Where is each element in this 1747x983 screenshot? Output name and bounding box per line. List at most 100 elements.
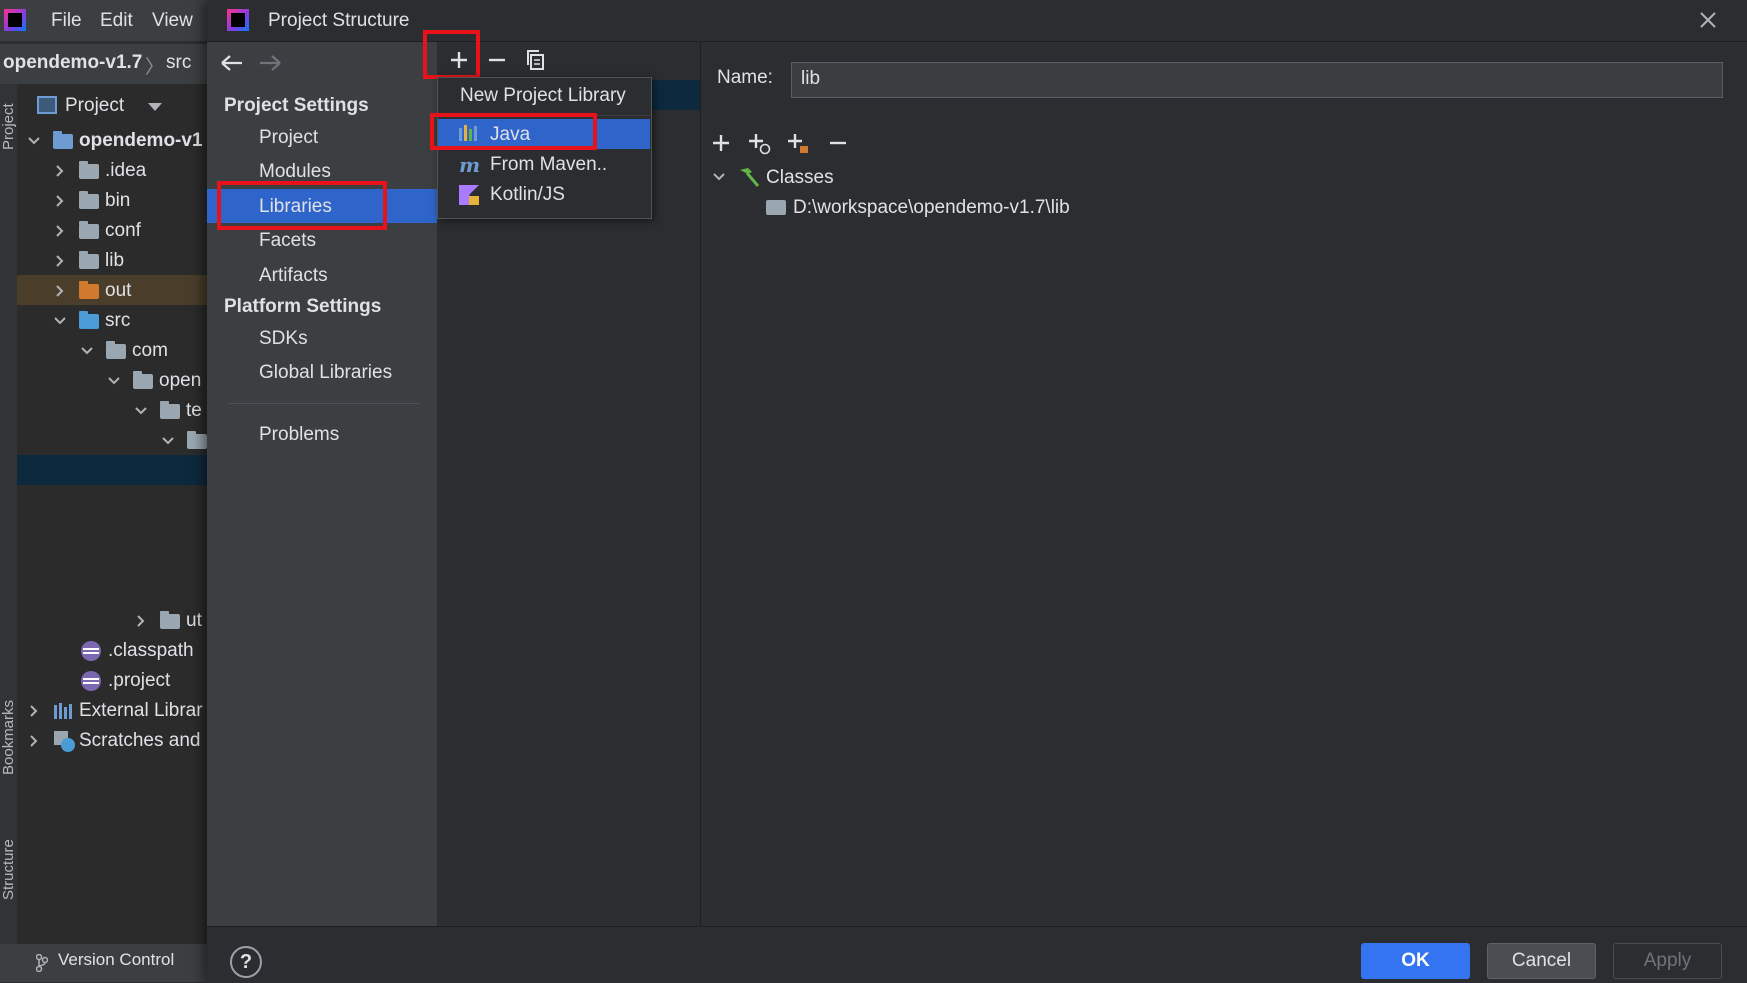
chevron-down-icon[interactable]	[107, 374, 121, 388]
package-icon	[160, 400, 180, 419]
copy-icon[interactable]	[524, 48, 548, 72]
source-folder-icon	[79, 310, 99, 329]
chevron-right-icon[interactable]	[53, 194, 67, 208]
project-view-icon	[37, 96, 57, 114]
chevron-down-icon[interactable]	[80, 344, 94, 358]
tree-row[interactable]	[161, 426, 213, 456]
chevron-right-icon[interactable]	[53, 254, 67, 268]
add-excluded-icon[interactable]	[786, 131, 810, 155]
folder-icon	[79, 220, 99, 239]
tree-row[interactable]: opendemo-v1	[27, 126, 203, 156]
apply-button[interactable]: Apply	[1613, 943, 1722, 979]
popup-title: New Project Library	[460, 85, 626, 106]
tree-row[interactable]: lib	[53, 246, 124, 276]
module-folder-icon	[53, 130, 73, 149]
stripe-project-tab[interactable]: Project	[0, 103, 17, 150]
close-icon[interactable]	[1696, 8, 1720, 32]
chevron-down-icon[interactable]	[134, 404, 148, 418]
libraries-highlight-box	[217, 181, 387, 230]
tree-label: src	[105, 310, 131, 331]
ok-button[interactable]: OK	[1361, 943, 1470, 979]
scratches-icon	[54, 731, 75, 752]
tree-row[interactable]: External Librar	[27, 696, 203, 726]
chevron-right-icon[interactable]	[134, 614, 148, 628]
tree-label: bin	[105, 190, 131, 211]
tree-row[interactable]: ut	[134, 606, 202, 636]
nav-item-problems[interactable]: Problems	[259, 424, 339, 446]
nav-item-sdks[interactable]: SDKs	[259, 328, 308, 350]
tree-row-selected	[17, 455, 210, 485]
chevron-down-icon[interactable]	[712, 170, 726, 184]
cancel-button[interactable]: Cancel	[1487, 943, 1596, 979]
tree-row[interactable]: src	[53, 306, 130, 336]
tree-label: ut	[186, 610, 202, 631]
tree-row[interactable]: Scratches and	[27, 726, 200, 756]
add-url-icon[interactable]	[747, 131, 771, 155]
classes-node-label[interactable]: Classes	[766, 167, 834, 189]
popup-item-from-maven[interactable]: From Maven..	[490, 154, 607, 176]
nav-item-project[interactable]: Project	[259, 127, 318, 149]
nav-item-facets[interactable]: Facets	[259, 230, 316, 252]
help-button[interactable]: ?	[230, 946, 262, 978]
package-icon	[133, 370, 153, 389]
chevron-down-icon[interactable]	[53, 314, 67, 328]
platform-settings-header: Platform Settings	[224, 296, 382, 317]
chevron-down-icon[interactable]	[161, 434, 175, 448]
java-highlight-box	[430, 113, 597, 150]
package-icon	[106, 340, 126, 359]
tree-row[interactable]: .idea	[53, 156, 146, 186]
library-name-input[interactable]: lib	[791, 62, 1723, 98]
tree-row[interactable]: out	[53, 276, 131, 306]
project-panel-title[interactable]: Project	[65, 95, 124, 117]
nav-item-modules[interactable]: Modules	[259, 161, 331, 183]
tree-row[interactable]: .classpath	[80, 636, 194, 666]
add-icon[interactable]	[709, 131, 733, 155]
maven-icon: m	[459, 153, 481, 177]
tree-row[interactable]: te	[134, 396, 202, 426]
chevron-down-icon[interactable]	[27, 134, 41, 148]
chevron-right-icon[interactable]	[53, 164, 67, 178]
nav-item-global-libraries[interactable]: Global Libraries	[259, 362, 392, 384]
remove-icon[interactable]	[485, 48, 509, 72]
tree-row[interactable]: open	[107, 366, 201, 396]
tree-label: open	[159, 370, 202, 391]
forward-arrow-icon[interactable]	[257, 52, 283, 74]
tree-row[interactable]: com	[80, 336, 168, 366]
library-icon	[54, 703, 72, 719]
breadcrumb-src[interactable]: src	[166, 52, 191, 74]
tree-row[interactable]: bin	[53, 186, 130, 216]
chevron-right-icon[interactable]	[53, 284, 67, 298]
folder-icon	[79, 250, 99, 269]
name-label: Name:	[717, 67, 773, 88]
classes-hammer-icon	[740, 168, 760, 187]
menu-view[interactable]: View	[152, 10, 193, 32]
chevron-right-icon[interactable]	[53, 224, 67, 238]
breadcrumb-root[interactable]: opendemo-v1.7	[3, 52, 142, 74]
nav-item-artifacts[interactable]: Artifacts	[259, 265, 328, 287]
excluded-folder-icon	[79, 280, 99, 299]
chevron-right-icon[interactable]	[27, 704, 41, 718]
jar-directory-icon	[766, 200, 786, 215]
class-path-entry[interactable]: D:\workspace\opendemo-v1.7\lib	[793, 197, 1070, 219]
tree-row[interactable]: conf	[53, 216, 141, 246]
project-view-dropdown-icon[interactable]	[148, 103, 162, 111]
breadcrumb-separator: 〉	[145, 57, 165, 78]
git-branch-icon	[36, 954, 48, 972]
popup-item-kotlin-js[interactable]: Kotlin/JS	[490, 184, 565, 206]
nav-divider	[229, 403, 419, 404]
kotlin-js-icon	[459, 185, 479, 205]
stripe-structure-tab[interactable]: Structure	[0, 839, 17, 900]
menu-edit[interactable]: Edit	[100, 10, 133, 32]
back-arrow-icon[interactable]	[219, 52, 245, 74]
tree-label: opendemo-v1	[79, 130, 203, 151]
tree-row[interactable]: .project	[80, 666, 170, 696]
remove-icon[interactable]	[826, 131, 850, 155]
chevron-right-icon[interactable]	[27, 734, 41, 748]
stripe-bookmarks-tab[interactable]: Bookmarks	[0, 700, 17, 775]
package-icon	[187, 430, 207, 449]
version-control-tab[interactable]: Version Control	[58, 950, 174, 970]
tree-label: .idea	[105, 160, 147, 181]
dialog-title: Project Structure	[268, 10, 410, 31]
menu-file[interactable]: File	[51, 10, 82, 32]
eclipse-file-icon	[81, 641, 101, 661]
